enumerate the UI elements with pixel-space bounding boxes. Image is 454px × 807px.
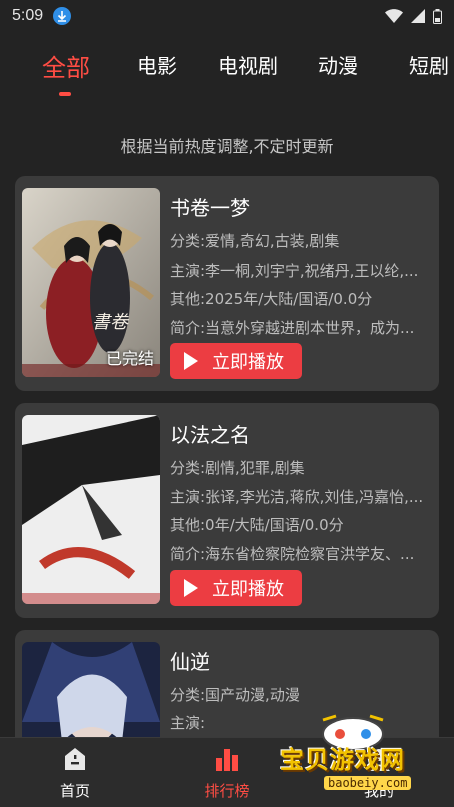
poster-image[interactable]: 書卷 已完结 — [22, 188, 160, 377]
nav-home-label: 首页 — [59, 782, 90, 800]
card-title[interactable]: 书卷一梦 — [170, 192, 250, 221]
tab-movies[interactable]: 电影 — [137, 50, 177, 79]
tab-all[interactable]: 全部 — [42, 48, 90, 83]
play-button-label: 立即播放 — [212, 352, 284, 373]
tab-short-drama[interactable]: 短剧 — [409, 50, 449, 79]
svg-text:書卷: 書卷 — [92, 312, 130, 333]
genre-text: 分类:国产动漫,动漫 — [170, 686, 300, 704]
wifi-icon — [385, 9, 403, 23]
play-now-button[interactable]: 立即播放 — [170, 570, 302, 606]
nav-ranking[interactable]: 排行榜 — [177, 746, 277, 801]
ranking-subtitle: 根据当前热度调整,不定时更新 — [120, 137, 334, 156]
status-bar: 5:09 — [0, 0, 454, 32]
poster-image[interactable] — [22, 415, 160, 604]
cast-text: 主演:李一桐,刘宇宁,祝绪丹,王以纶,... — [170, 262, 419, 280]
play-icon — [184, 352, 198, 370]
ranking-card[interactable]: 書卷 已完结 书卷一梦 分类:爱情,奇幻,古装,剧集 主演:李一桐,刘宇宁,祝绪… — [15, 176, 439, 391]
cast-text: 主演:张译,李光洁,蒋欣,刘佳,冯嘉怡,... — [170, 488, 424, 506]
card-title[interactable]: 仙逆 — [170, 646, 210, 675]
nav-home[interactable]: 首页 — [25, 746, 125, 801]
nav-ranking-label: 排行榜 — [204, 782, 250, 800]
tab-tv-series[interactable]: 电视剧 — [218, 50, 278, 79]
play-icon — [184, 579, 198, 597]
intro-text: 简介:海东省检察院检察官洪学友、... — [170, 545, 415, 563]
genre-text: 分类:爱情,奇幻,古装,剧集 — [170, 232, 340, 250]
info-text: 其他:2025年/大陆/国语/0.0分 — [170, 290, 373, 308]
play-now-button[interactable]: 立即播放 — [170, 343, 302, 379]
tab-anime[interactable]: 动漫 — [318, 50, 358, 79]
home-icon — [65, 748, 85, 770]
category-tabs: 全部 电影 电视剧 动漫 短剧 — [0, 40, 454, 100]
ranking-card[interactable]: 以法之名 分类:剧情,犯罪,剧集 主演:张译,李光洁,蒋欣,刘佳,冯嘉怡,...… — [15, 403, 439, 618]
play-button-label: 立即播放 — [212, 579, 284, 600]
rank-icon — [216, 749, 238, 771]
card-title[interactable]: 以法之名 — [170, 419, 250, 448]
genre-text: 分类:剧情,犯罪,剧集 — [170, 459, 305, 477]
status-badge: 已完结 — [105, 349, 154, 368]
battery-icon — [433, 8, 442, 24]
status-icons — [385, 8, 442, 24]
watermark-text: 宝贝游戏网 — [280, 746, 405, 774]
signal-icon — [411, 9, 425, 23]
info-text: 其他:0年/大陆/国语/0.0分 — [170, 516, 344, 534]
download-icon — [53, 7, 72, 25]
status-time: 5:09 — [12, 7, 44, 24]
watermark-logo: 宝贝游戏网 baobeiy.com — [278, 712, 454, 807]
watermark-url: baobeiy.com — [324, 776, 412, 790]
active-tab-indicator — [59, 92, 71, 96]
intro-text: 简介:当意外穿越进剧本世界，成为... — [170, 319, 415, 337]
